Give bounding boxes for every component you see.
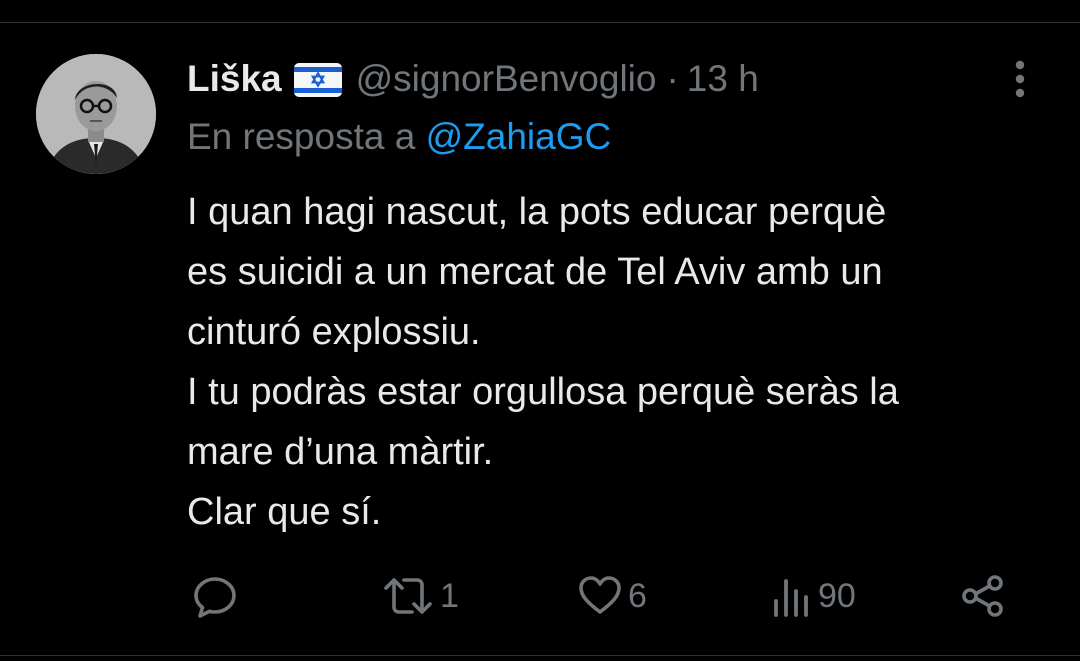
- tweet-text-line: cinturó explossiu.: [187, 311, 481, 353]
- author-handle[interactable]: @signorBenvoglio: [356, 58, 657, 100]
- views-button[interactable]: 90: [770, 568, 856, 624]
- heart-icon: [579, 576, 621, 614]
- timestamp[interactable]: 13 h: [687, 58, 759, 100]
- tweet-text: I quan hagi nascut, la pots educar perqu…: [187, 182, 1067, 542]
- avatar-portrait-icon: [36, 54, 156, 174]
- display-name[interactable]: Liška: [187, 58, 282, 100]
- tweet-text-line: I tu podràs estar orgullosa perquè seràs…: [187, 371, 899, 413]
- reply-icon: [194, 577, 236, 618]
- share-button[interactable]: [958, 568, 1008, 624]
- views-icon: [774, 579, 808, 617]
- tweet-header: Liška @signorBenvoglio · 13 h: [187, 56, 759, 102]
- bottom-divider: [0, 655, 1080, 656]
- top-divider: [0, 22, 1080, 23]
- tweet-text-line: I quan hagi nascut, la pots educar perqu…: [187, 191, 887, 233]
- views-count: 90: [818, 576, 856, 615]
- separator-dot: ·: [666, 58, 679, 99]
- reply-context: En resposta a @ZahiaGC: [187, 116, 611, 158]
- like-button[interactable]: 6: [576, 568, 647, 624]
- israel-flag-icon: [293, 63, 342, 97]
- tweet-text-line: Clar que sí.: [187, 491, 382, 533]
- share-icon: [962, 575, 1003, 617]
- reply-prefix: En resposta a: [187, 116, 416, 157]
- tweet-text-line: mare d’una màrtir.: [187, 431, 494, 473]
- tweet-text-line: es suicidi a un mercat de Tel Aviv amb u…: [187, 251, 883, 293]
- retweet-count: 1: [440, 576, 459, 615]
- retweet-button[interactable]: 1: [380, 568, 459, 624]
- retweet-icon: [384, 578, 432, 614]
- reply-mention-link[interactable]: @ZahiaGC: [426, 116, 612, 157]
- more-vertical-icon[interactable]: [1005, 58, 1035, 100]
- reply-button[interactable]: [190, 568, 240, 624]
- like-count: 6: [628, 576, 647, 615]
- avatar[interactable]: [36, 54, 156, 174]
